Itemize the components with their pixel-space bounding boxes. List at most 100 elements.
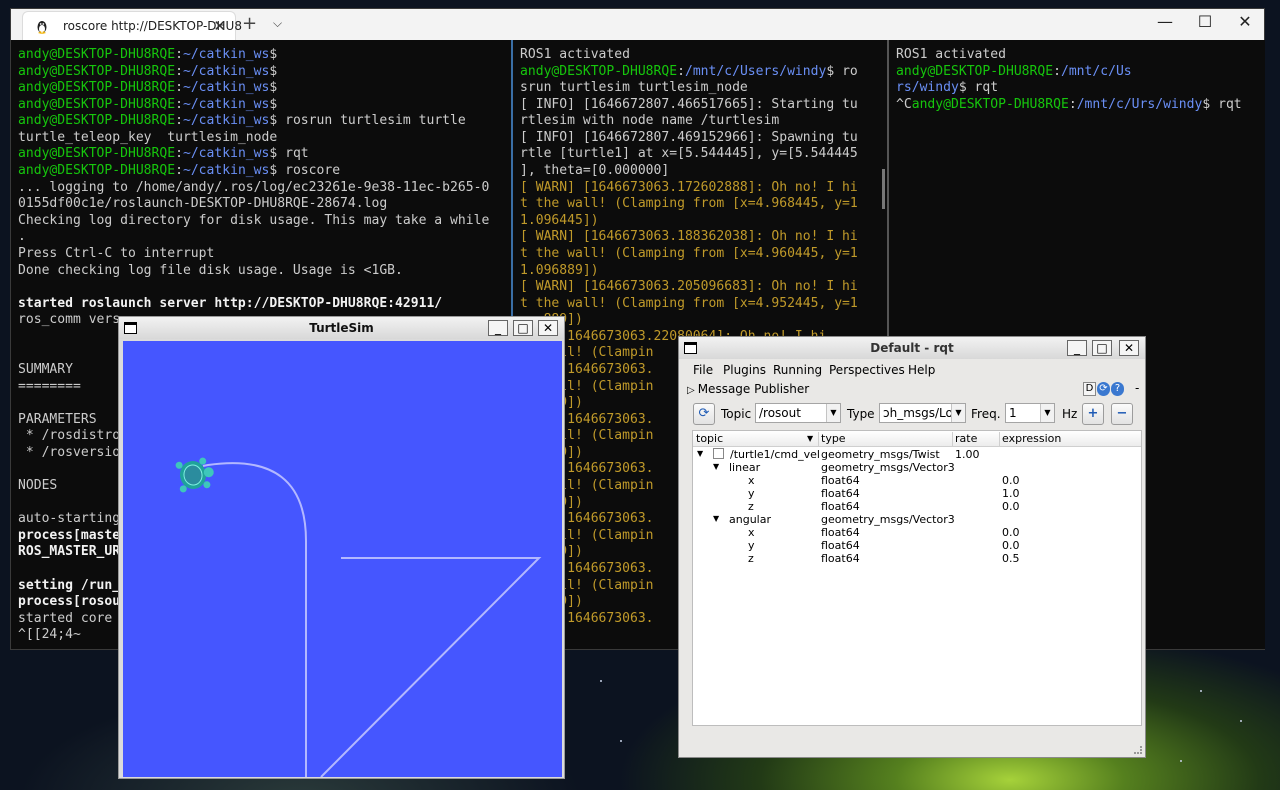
terminal-line: andy@DESKTOP-DHU8RQE:/mnt/c/Us: [896, 64, 1242, 81]
expand-arrow-icon[interactable]: ▼: [697, 449, 703, 458]
minimize-icon[interactable]: —: [1154, 12, 1176, 31]
terminal-line: Done checking log file disk usage. Usage…: [18, 263, 489, 280]
row-expression[interactable]: 0.0: [1002, 500, 1020, 513]
chevron-down-icon[interactable]: ▼: [826, 404, 840, 422]
remove-publisher-button[interactable]: −: [1111, 403, 1133, 425]
chevron-down-icon[interactable]: ▼: [951, 404, 965, 422]
minimize-button[interactable]: _: [488, 320, 508, 336]
row-type: float64: [821, 539, 860, 552]
reload-icon[interactable]: ⟳: [1097, 382, 1110, 396]
tree-row[interactable]: ▼ /turtle1/cmd_vel geometry_msgs/Twist 1.00: [693, 448, 1141, 461]
terminal-text: * /rosversio: [18, 444, 121, 460]
terminal-text: Press Ctrl-C to interrupt: [18, 245, 215, 261]
resize-grip[interactable]: [1134, 746, 1142, 754]
close-plugin-button[interactable]: -: [1135, 381, 1139, 395]
star: [1200, 690, 1202, 692]
expand-arrow-icon[interactable]: ▼: [713, 514, 719, 523]
pane-scrollbar[interactable]: [882, 169, 885, 209]
row-expression[interactable]: 0.5: [1002, 552, 1020, 565]
column-separator[interactable]: [999, 432, 1000, 446]
column-rate[interactable]: rate: [955, 432, 977, 445]
terminal-text: ], theta=[0.000000]: [520, 163, 670, 179]
row-topic: x: [748, 474, 755, 487]
topic-value: /rosout: [759, 406, 801, 420]
row-type: geometry_msgs/Vector3: [821, 461, 955, 474]
terminal-text: :: [175, 47, 183, 62]
row-expression[interactable]: 1.0: [1002, 487, 1020, 500]
chevron-down-icon[interactable]: ▼: [1040, 404, 1054, 422]
expand-arrow-icon[interactable]: ▼: [713, 462, 719, 471]
topic-combo[interactable]: /rosout ▼: [755, 403, 841, 423]
column-topic[interactable]: topic: [696, 432, 723, 445]
terminal-text: /mnt/c/Urs/windy: [1076, 96, 1203, 112]
row-expression[interactable]: 0.0: [1002, 474, 1020, 487]
maximize-button[interactable]: □: [1092, 340, 1112, 356]
dock-button[interactable]: D: [1083, 382, 1096, 396]
row-type: float64: [821, 526, 860, 539]
new-tab-icon[interactable]: +: [242, 13, 257, 34]
plugin-header[interactable]: ▷ Message Publisher: [687, 382, 809, 396]
terminal-line: started roslaunch server http://DESKTOP-…: [18, 296, 489, 313]
tab-close-icon[interactable]: ✕: [213, 17, 226, 35]
terminal-text: process[maste: [18, 527, 121, 543]
close-button[interactable]: ✕: [1119, 340, 1139, 356]
terminal-text: andy@DESKTOP-DHU8RQE: [911, 96, 1069, 112]
terminal-text: process[rosou: [18, 594, 121, 610]
terminal-text: andy@DESKTOP-DHU8RQE: [896, 63, 1054, 79]
menu-plugins[interactable]: Plugins: [723, 363, 766, 377]
column-separator[interactable]: [818, 432, 819, 446]
row-expression[interactable]: 0.0: [1002, 539, 1020, 552]
terminal-text: :: [175, 63, 183, 79]
menu-file[interactable]: File: [693, 363, 713, 377]
column-expression[interactable]: expression: [1002, 432, 1061, 445]
terminal-text: [ WARN] [1646673063.188362038]: Oh no! I…: [520, 229, 858, 245]
refresh-topics-icon[interactable]: ⟳: [693, 403, 715, 425]
menu-help[interactable]: Help: [908, 363, 935, 377]
freq-combo[interactable]: 1 ▼: [1005, 403, 1055, 423]
terminal-text: $: [269, 96, 278, 112]
menu-running[interactable]: Running: [773, 363, 822, 377]
tree-row[interactable]: z float64 0.5: [693, 552, 1141, 565]
help-icon[interactable]: ?: [1111, 382, 1124, 396]
minimize-button[interactable]: _: [1067, 340, 1087, 356]
tree-row[interactable]: z float64 0.0: [693, 500, 1141, 513]
freq-value: 1: [1009, 406, 1017, 420]
enable-checkbox[interactable]: [713, 448, 724, 459]
column-separator[interactable]: [952, 432, 953, 446]
maximize-icon[interactable]: ☐: [1194, 12, 1216, 31]
terminal-text: :: [175, 80, 183, 96]
tree-row[interactable]: y float64 0.0: [693, 539, 1141, 552]
rqt-titlebar[interactable]: Default - rqt _ □ ✕: [679, 337, 1145, 359]
terminal-line: srun turtlesim turtlesim_node: [520, 80, 858, 97]
tree-row[interactable]: x float64 0.0: [693, 526, 1141, 539]
terminal-line: .: [18, 229, 489, 246]
add-publisher-button[interactable]: +: [1082, 403, 1104, 425]
window-close-icon[interactable]: ✕: [1234, 12, 1256, 31]
column-type[interactable]: type: [821, 432, 846, 445]
tree-row[interactable]: ▼ angular geometry_msgs/Vector3: [693, 513, 1141, 526]
row-topic: y: [748, 539, 755, 552]
terminal-line: andy@DESKTOP-DHU8RQE:~/catkin_ws$: [18, 64, 489, 81]
terminal-text: andy@DESKTOP-DHU8RQE: [18, 146, 176, 162]
close-button[interactable]: ✕: [538, 320, 558, 336]
terminal-line: andy@DESKTOP-DHU8RQE:~/catkin_ws$ rosrun…: [18, 113, 489, 130]
turtlesim-titlebar[interactable]: TurtleSim _ □ ✕: [119, 317, 564, 339]
row-expression[interactable]: 0.0: [1002, 526, 1020, 539]
terminal-tab[interactable]: roscore http://DESKTOP-DHU8 ✕: [22, 11, 242, 40]
terminal-line: ... logging to /home/andy/.ros/log/ec232…: [18, 180, 489, 197]
maximize-button[interactable]: □: [513, 320, 533, 336]
type-combo[interactable]: ɔh_msgs/Log ▼: [879, 403, 966, 423]
terminal-text: andy@DESKTOP-DHU8RQE: [18, 63, 176, 79]
tab-dropdown-icon[interactable]: ⌵: [273, 16, 282, 31]
row-rate[interactable]: 1.00: [955, 448, 980, 461]
terminal-text: andy@DESKTOP-DHU8RQE: [18, 96, 176, 112]
expand-icon[interactable]: ▷: [687, 385, 695, 396]
tree-row[interactable]: y float64 1.0: [693, 487, 1141, 500]
star: [600, 680, 602, 682]
terminal-line: ^Candy@DESKTOP-DHU8RQE:/mnt/c/Urs/windy$…: [896, 97, 1242, 114]
menu-perspectives[interactable]: Perspectives: [829, 363, 905, 377]
tree-row[interactable]: x float64 0.0: [693, 474, 1141, 487]
tree-row[interactable]: ▼ linear geometry_msgs/Vector3: [693, 461, 1141, 474]
terminal-line: [ WARN] [1646673063.188362038]: Oh no! I…: [520, 229, 858, 246]
publisher-tree[interactable]: topic ▼ type rate expression ▼ /turtle1/c…: [692, 430, 1142, 726]
